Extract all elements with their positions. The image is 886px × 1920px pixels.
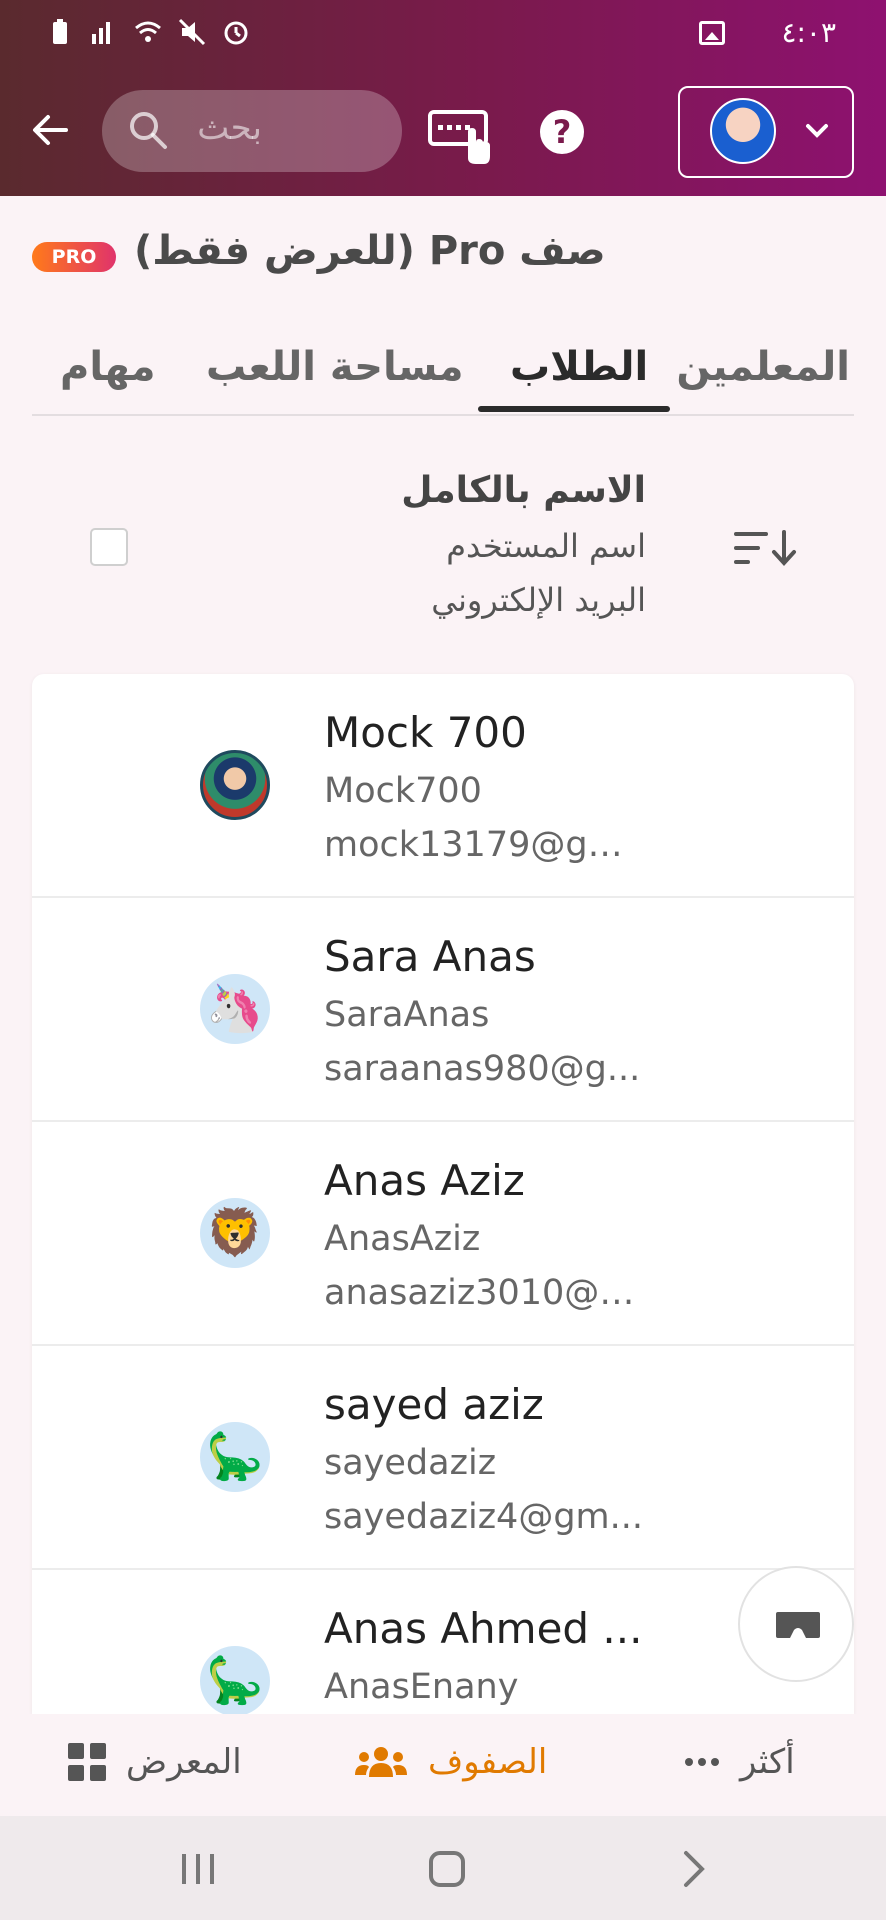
nav-gallery[interactable]: المعرض [68, 1742, 242, 1782]
student-username: SaraAnas [324, 995, 490, 1035]
nav-classes[interactable]: الصفوف [354, 1742, 547, 1782]
signal-icon [92, 22, 110, 44]
status-right: ٤:٠٣ [699, 16, 836, 49]
vr-headset-icon [776, 1612, 820, 1638]
header-username: اسم المستخدم [446, 527, 646, 565]
back-arrow-icon[interactable] [28, 108, 72, 152]
account-switcher[interactable] [678, 86, 854, 178]
search-icon [130, 112, 167, 149]
nav-gallery-label: المعرض [126, 1742, 242, 1782]
dinosaur-avatar: 🦕 [200, 1422, 270, 1492]
student-email: anasaziz3010@g... [324, 1273, 654, 1313]
bottom-nav: المعرض الصفوف أكثر [0, 1714, 886, 1816]
list-item[interactable]: 🦁 Anas Aziz AnasAziz anasaziz3010@g... [32, 1122, 854, 1346]
battery-icon [53, 19, 67, 44]
student-name: Anas Ahmed ... [324, 1604, 643, 1653]
wifi-icon [135, 21, 161, 42]
gallery-notification-icon [699, 20, 726, 45]
list-item[interactable]: 🦕 Anas Ahmed ... AnasEnany [32, 1570, 854, 1714]
vr-headset-button[interactable] [738, 1566, 854, 1682]
page-title: صف Pro (للعرض فقط) [134, 228, 606, 274]
student-name: Mock 700 [324, 708, 527, 757]
lion-avatar: 🦁 [200, 1198, 270, 1268]
help-icon[interactable]: ? [540, 110, 584, 154]
more-icon [685, 1758, 719, 1766]
dinosaur-avatar: 🦕 [200, 1646, 270, 1714]
student-list: Mock 700 Mock700 mock13179@gm... 🦄 Sara … [32, 674, 854, 1714]
list-item[interactable]: 🦕 sayed aziz sayedaziz sayedaziz4@gm... [32, 1346, 854, 1570]
status-icons [46, 18, 250, 46]
list-header: الاسم بالكامل اسم المستخدم البريد الإلكت… [401, 470, 646, 619]
student-username: AnasEnany [324, 1667, 519, 1707]
tab-playground[interactable]: مساحة اللعب [206, 344, 463, 390]
student-name: Anas Aziz [324, 1156, 525, 1205]
student-username: AnasAziz [324, 1219, 481, 1259]
tab-tasks[interactable]: مهام [60, 344, 156, 390]
nav-classes-label: الصفوف [428, 1742, 548, 1782]
student-username: sayedaziz [324, 1443, 497, 1483]
list-item[interactable]: Mock 700 Mock700 mock13179@gm... [32, 674, 854, 898]
select-all-checkbox[interactable] [90, 528, 128, 566]
mute-icon [178, 18, 206, 46]
search-input[interactable]: بحث [102, 90, 402, 172]
home-icon[interactable] [428, 1850, 466, 1888]
chevron-down-icon [806, 124, 828, 138]
pro-badge: PRO [32, 242, 116, 272]
people-icon [355, 1747, 407, 1777]
student-email: mock13179@gm... [324, 825, 654, 865]
student-username: Mock700 [324, 771, 482, 811]
avatar [200, 750, 270, 820]
student-name: Sara Anas [324, 932, 536, 981]
status-bar: ٤:٠٣ [0, 0, 886, 70]
keyboard-icon[interactable] [428, 108, 492, 166]
list-item[interactable]: 🦄 Sara Anas SaraAnas saraanas980@g... [32, 898, 854, 1122]
student-email: sayedaziz4@gm... [324, 1497, 644, 1537]
student-name: sayed aziz [324, 1380, 544, 1429]
system-navigation-bar [0, 1816, 886, 1920]
tab-teachers[interactable]: المعلمين [676, 344, 850, 390]
recent-apps-icon[interactable] [180, 1852, 216, 1886]
tab-bar: المعلمين الطلاب مساحة اللعب مهام [32, 336, 854, 416]
alarm-icon [224, 21, 248, 45]
nav-more-label: أكثر [740, 1742, 795, 1782]
student-email: saraanas980@g... [324, 1049, 641, 1089]
sort-icon[interactable] [732, 528, 800, 568]
header-full-name: الاسم بالكامل [401, 470, 646, 511]
unicorn-avatar: 🦄 [200, 974, 270, 1044]
app-header: ٤:٠٣ بحث ? [0, 0, 886, 196]
clock: ٤:٠٣ [781, 16, 836, 49]
search-placeholder: بحث [197, 108, 262, 148]
back-icon[interactable] [682, 1850, 706, 1888]
grid-icon [68, 1743, 106, 1781]
header-email: البريد الإلكتروني [431, 581, 646, 619]
avatar [710, 98, 776, 164]
nav-more[interactable]: أكثر [684, 1742, 795, 1782]
active-tab-indicator [478, 406, 670, 412]
tab-students[interactable]: الطلاب [510, 344, 648, 390]
